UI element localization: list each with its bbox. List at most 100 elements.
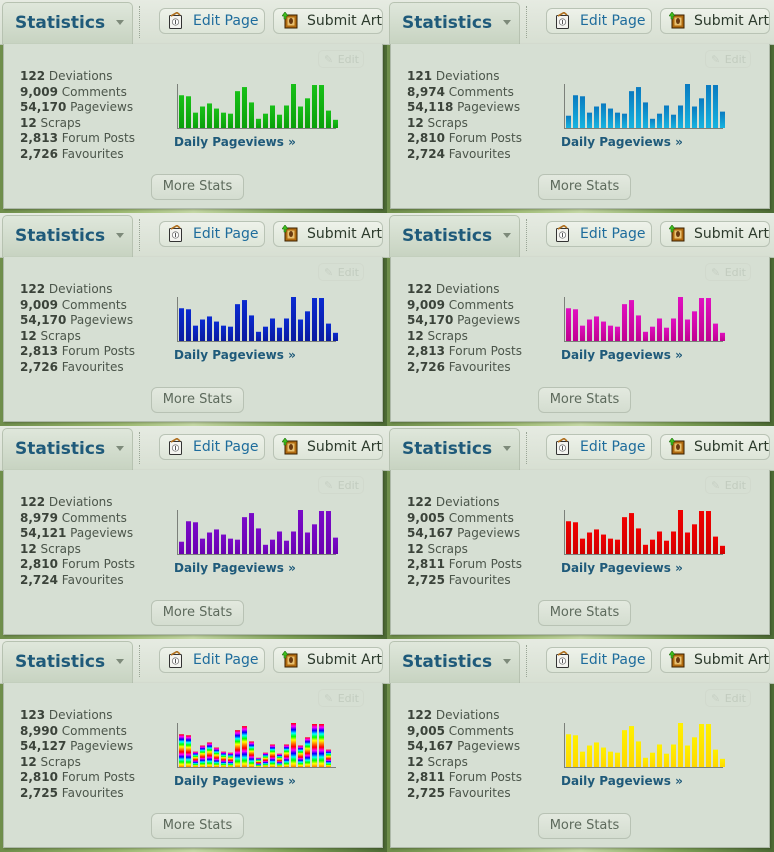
more-stats-button[interactable]: More Stats (538, 174, 631, 200)
stat-value: 121 (407, 69, 433, 83)
stat-favourites: 2,725 Favourites (407, 573, 522, 589)
pageviews-chart[interactable] (173, 506, 339, 558)
toolbar-divider (139, 6, 140, 38)
edit-page-button[interactable]: Edit Page (546, 221, 652, 247)
chevron-down-icon[interactable] (503, 20, 511, 25)
pageviews-chart[interactable] (560, 80, 726, 132)
edit-widget-button[interactable]: ✎ Edit (318, 476, 364, 494)
statistics-tab[interactable]: Statistics (2, 641, 133, 683)
stat-forum-posts: 2,813 Forum Posts (407, 344, 522, 360)
chart-bar (235, 539, 240, 554)
edit-widget-button[interactable]: ✎ Edit (318, 50, 364, 68)
daily-pageviews-link[interactable]: Daily Pageviews » (561, 135, 683, 149)
more-stats-button[interactable]: More Stats (151, 174, 244, 200)
submit-art-button[interactable]: Submit Art (273, 647, 383, 673)
statistics-tab[interactable]: Statistics (2, 2, 133, 44)
stats-widget-blue: Statistics Edit Page Submit Art ✎ Edit 1… (387, 0, 774, 213)
chart-bar (326, 749, 331, 767)
pageviews-chart[interactable] (173, 293, 339, 345)
chevron-down-icon[interactable] (116, 659, 124, 664)
daily-pageviews-link[interactable]: Daily Pageviews » (561, 561, 683, 575)
edit-page-button[interactable]: Edit Page (159, 434, 265, 460)
chevron-down-icon[interactable] (503, 233, 511, 238)
chart-bar (284, 540, 289, 554)
daily-pageviews-link[interactable]: Daily Pageviews » (174, 774, 296, 788)
widget-toolbar: Statistics Edit Page Submit Art (0, 213, 387, 258)
statistics-tab[interactable]: Statistics (389, 641, 520, 683)
daily-pageviews-link[interactable]: Daily Pageviews » (561, 348, 683, 362)
submit-art-button[interactable]: Submit Art (273, 221, 383, 247)
edit-page-button[interactable]: Edit Page (546, 434, 652, 460)
statistics-tab[interactable]: Statistics (389, 2, 520, 44)
daily-pageviews-link[interactable]: Daily Pageviews » (174, 561, 296, 575)
pageviews-chart[interactable] (560, 506, 726, 558)
more-stats-button[interactable]: More Stats (151, 600, 244, 626)
chart-bar (249, 102, 254, 128)
chart-bar (657, 744, 662, 767)
edit-widget-button[interactable]: ✎ Edit (318, 263, 364, 281)
chart-bar (326, 323, 331, 341)
pageviews-chart[interactable] (560, 293, 726, 345)
widget-toolbar: Statistics Edit Page Submit Art (387, 0, 774, 45)
edit-widget-button[interactable]: ✎ Edit (705, 476, 751, 494)
submit-art-button[interactable]: Submit Art (273, 434, 383, 460)
chart-bar (270, 539, 275, 554)
edit-page-button[interactable]: Edit Page (546, 647, 652, 673)
chart-bar (685, 745, 690, 767)
submit-art-button[interactable]: Submit Art (660, 647, 770, 673)
edit-widget-label: Edit (724, 479, 746, 492)
statistics-tab[interactable]: Statistics (2, 428, 133, 470)
pageviews-chart[interactable] (173, 80, 339, 132)
stat-comments: 9,009 Comments (407, 298, 522, 314)
submit-art-button[interactable]: Submit Art (660, 8, 770, 34)
more-stats-button[interactable]: More Stats (538, 387, 631, 413)
stat-value: 54,167 (407, 526, 454, 540)
more-stats-button[interactable]: More Stats (151, 813, 244, 839)
chevron-down-icon[interactable] (503, 446, 511, 451)
submit-art-label: Submit Art (307, 13, 382, 29)
stat-comments: 9,009 Comments (20, 85, 135, 101)
statistics-panel: ✎ Edit 122 Deviations 8,979 Comments 54,… (3, 470, 383, 635)
stats-list: 122 Deviations 9,005 Comments 54,167 Pag… (407, 495, 522, 588)
chart-bar (685, 532, 690, 554)
edit-widget-button[interactable]: ✎ Edit (705, 689, 751, 707)
pageviews-chart[interactable] (173, 719, 339, 771)
more-stats-button[interactable]: More Stats (538, 600, 631, 626)
submit-art-label: Submit Art (694, 226, 769, 242)
edit-widget-button[interactable]: ✎ Edit (705, 263, 751, 281)
daily-pageviews-link[interactable]: Daily Pageviews » (561, 774, 683, 788)
submit-art-button[interactable]: Submit Art (660, 221, 770, 247)
statistics-tab[interactable]: Statistics (389, 428, 520, 470)
statistics-tab-title: Statistics (15, 439, 106, 459)
edit-page-label: Edit Page (580, 652, 646, 668)
daily-pageviews-link[interactable]: Daily Pageviews » (174, 348, 296, 362)
pageviews-chart[interactable] (560, 719, 726, 771)
statistics-tab[interactable]: Statistics (2, 215, 133, 257)
stats-widget-navy: Statistics Edit Page Submit Art ✎ Edit 1… (0, 213, 387, 426)
chevron-down-icon[interactable] (503, 659, 511, 664)
stat-value: 2,813 (407, 344, 445, 358)
chart-bar (228, 538, 233, 554)
statistics-tab[interactable]: Statistics (389, 215, 520, 257)
stat-label: Favourites (61, 572, 124, 587)
chart-bar (629, 726, 634, 767)
edit-widget-button[interactable]: ✎ Edit (318, 689, 364, 707)
edit-widget-button[interactable]: ✎ Edit (705, 50, 751, 68)
edit-page-button[interactable]: Edit Page (159, 8, 265, 34)
chart-bar (179, 308, 184, 341)
chevron-down-icon[interactable] (116, 233, 124, 238)
more-stats-button[interactable]: More Stats (538, 813, 631, 839)
stat-value: 9,009 (20, 297, 58, 312)
chevron-down-icon[interactable] (116, 446, 124, 451)
stat-pageviews: 54,170 Pageviews (20, 100, 135, 116)
submit-art-button[interactable]: Submit Art (273, 8, 383, 34)
edit-page-button[interactable]: Edit Page (546, 8, 652, 34)
edit-page-button[interactable]: Edit Page (159, 221, 265, 247)
more-stats-button[interactable]: More Stats (151, 387, 244, 413)
stat-value: 2,726 (20, 146, 58, 161)
daily-pageviews-link[interactable]: Daily Pageviews » (174, 135, 296, 149)
chevron-down-icon[interactable] (116, 20, 124, 25)
edit-page-button[interactable]: Edit Page (159, 647, 265, 673)
submit-art-button[interactable]: Submit Art (660, 434, 770, 460)
stat-label: Deviations (48, 495, 113, 509)
